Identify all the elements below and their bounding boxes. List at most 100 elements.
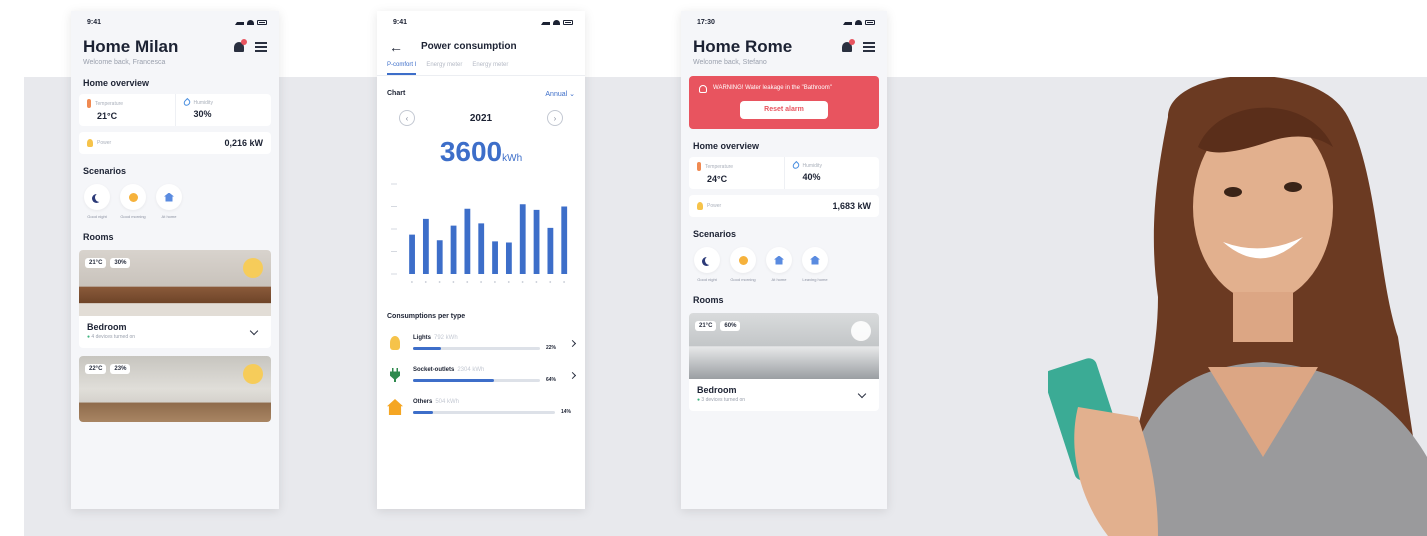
type-kwh: 504 kWh [435,399,460,405]
humidity-cell: Humidity 40% [783,157,880,189]
notification-bell-icon[interactable] [233,39,247,53]
chart-bar [422,218,429,274]
room-temp-chip: 21°C [85,258,107,268]
x-tick-mark [563,281,565,283]
temperature-label: Temperature [705,163,734,170]
page-title: Power consumption [421,41,517,52]
menu-icon[interactable] [863,42,875,52]
type-row-lights[interactable]: Lights 792 kWh 22% [377,334,585,352]
back-arrow-icon[interactable]: ← [389,40,403,54]
x-tick-mark [494,281,496,283]
woman-illustration [1048,77,1427,536]
alarm-banner: WARNING! Water leakage in the "Bathroom"… [689,76,879,129]
room-temp-chip: 22°C [85,364,107,374]
chart-bar [409,234,415,274]
tab-energy-meter-1[interactable]: Energy meter [426,62,462,75]
reset-alarm-button[interactable]: Reset alarm [740,101,828,119]
scenario-at-home[interactable]: At home [155,184,183,220]
type-percent: 14% [561,409,572,415]
tab-p-comfort[interactable]: P-comfort I [387,62,417,75]
chart-bar [464,208,471,274]
room-name: Bedroom [697,385,737,395]
battery-icon [257,19,267,25]
notification-bell-icon[interactable] [841,39,855,53]
x-tick-mark [480,281,482,283]
phone-home-milan: 9:41 Home Milan Welcome back, Francesca … [71,11,279,509]
light-toggle-icon[interactable] [851,321,871,341]
signal-icon [843,20,852,25]
alarm-bell-icon [699,85,707,93]
welcome-text: Welcome back, Francesca [83,59,166,66]
status-bar: 9:41 [377,11,585,33]
light-toggle-icon[interactable] [243,364,263,384]
power-card: Power 1,683 kW [689,195,879,217]
bar-chart [391,183,568,283]
type-name: Lights [413,335,431,341]
humidity-value: 40% [802,172,821,182]
progress-fill [413,346,441,350]
room-name: Bedroom [87,322,127,332]
wifi-icon [247,19,254,25]
chart-bar [533,209,540,274]
type-name: Others [413,399,433,405]
scenario-at-home[interactable]: At home [765,247,793,283]
type-row-others[interactable]: Others 504 kWh 14% [377,398,585,416]
room-photo: 21°C 30% [79,250,271,316]
light-toggle-icon[interactable] [243,258,263,278]
room-humidity-chip: 60% [720,321,741,331]
chevron-down-icon[interactable] [249,326,259,336]
chevron-down-icon[interactable] [857,389,867,399]
chart-bar [505,242,512,274]
house-icon [387,399,403,415]
scenario-good-morning[interactable]: Good morning [119,184,147,220]
header: Home Rome Welcome back, Stefano [681,33,887,66]
status-bar: 17:30 [681,11,887,33]
rooms-title: Rooms [693,295,724,305]
room-card-bedroom[interactable]: 21°C 30% Bedroom 4 devices turned on [79,250,271,348]
thermometer-icon [87,99,91,108]
phone-home-rome: 17:30 Home Rome Welcome back, Stefano WA… [681,11,887,509]
x-tick-mark [466,281,469,283]
room-card-bedroom[interactable]: 21°C 60% Bedroom 3 devices turned on [689,313,879,411]
humidity-value: 30% [193,109,212,119]
type-row-sockets[interactable]: Socket-outlets 2304 kWh 64% [377,366,585,384]
alarm-text: WARNING! Water leakage in the "Bathroom" [713,85,832,91]
phone-power-consumption: 9:41 ← Power consumption P-comfort I Ene… [377,11,585,509]
type-percent: 22% [546,345,557,351]
scenario-leaving-home[interactable]: Leaving home [801,247,829,283]
scenario-good-morning[interactable]: Good morning [729,247,757,283]
battery-icon [563,19,573,25]
scenario-good-night[interactable]: Good night [83,184,111,220]
moon-icon [95,193,104,202]
room-status: 3 devices turned on [697,397,745,403]
chevron-right-icon [568,339,577,347]
total-consumption: 3600kWh [377,136,585,168]
room-card-living[interactable]: 22°C 23% [79,356,271,422]
room-photo: 21°C 60% [689,313,879,379]
overview-card: Temperature 21°C Humidity 30% [79,94,271,126]
system-icons [235,19,267,25]
year-value: 2021 [469,112,493,124]
temperature-value: 24°C [707,174,728,184]
x-tick-mark [438,281,441,283]
menu-icon[interactable] [255,42,267,52]
wifi-icon [553,19,560,25]
room-temp-chip: 21°C [695,321,717,331]
status-time: 9:41 [87,18,102,26]
temperature-cell: Temperature 21°C [79,94,175,126]
power-value: 1,683 kW [832,201,871,211]
status-time: 9:41 [393,18,408,26]
next-year-button[interactable]: › [547,110,563,126]
humidity-cell: Humidity 30% [174,94,272,126]
tab-energy-meter-2[interactable]: Energy meter [472,62,508,75]
previous-year-button[interactable]: ‹ [399,110,415,126]
page-title: Home Milan [83,37,179,56]
chart-bar [436,240,443,274]
scenario-good-night[interactable]: Good night [693,247,721,283]
bulb-icon [87,139,93,147]
x-tick-mark [411,281,413,283]
temperature-value: 21°C [97,111,118,121]
period-dropdown[interactable]: Annual ⌄ [545,90,575,98]
type-percent: 64% [546,377,557,383]
thermometer-icon [697,162,701,171]
